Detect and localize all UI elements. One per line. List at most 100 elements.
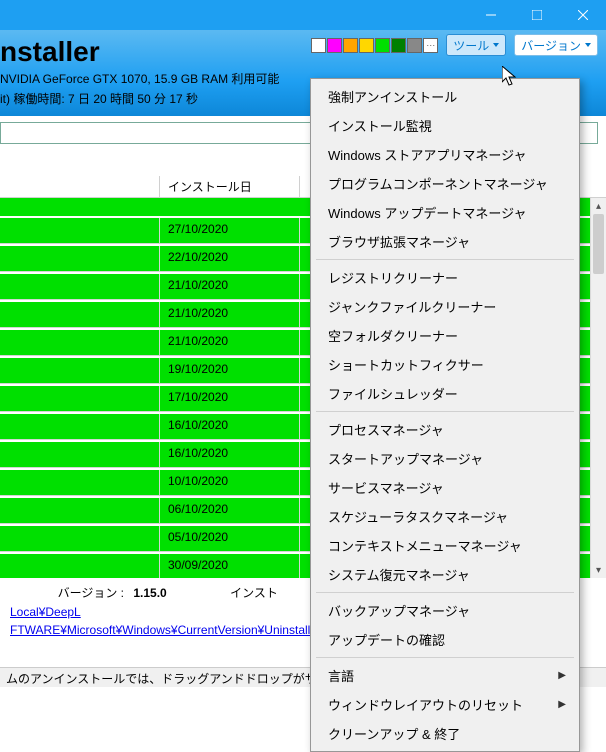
menu-item-label: プログラムコンポーネントマネージャ [328,174,548,193]
column-header-install-date[interactable]: インストール日 [160,176,300,197]
menu-item[interactable]: システム復元マネージャ [314,560,576,589]
menu-item-label: 空フォルダクリーナー [328,326,458,345]
menu-item-label: クリーンアップ & 終了 [328,724,460,743]
menu-item-label: ブラウザ拡張マネージャ [328,232,470,251]
cell-name [0,442,160,468]
menu-item[interactable]: Windows アップデートマネージャ [314,198,576,227]
menu-separator [316,657,574,658]
caret-down-icon [585,43,591,47]
cell-name [0,302,160,328]
maximize-button[interactable] [514,0,560,30]
menu-item[interactable]: ブラウザ拡張マネージャ [314,227,576,256]
menu-item[interactable]: 言語▶ [314,661,576,690]
detail-path-link-1[interactable]: Local¥DeepL [10,605,81,619]
menu-item-label: 強制アンインストール [328,87,457,106]
tools-dropdown-menu: 強制アンインストールインストール監視 Windows ストアアプリマネージャプログ… [310,78,580,752]
caret-down-icon [493,43,499,47]
menu-item[interactable]: インストール監視 [314,111,576,140]
scrollbar-thumb[interactable] [593,214,604,274]
color-swatches: ⋯ [311,38,438,53]
vertical-scrollbar[interactable]: ▴ ▾ [590,198,606,578]
color-swatch[interactable] [311,38,326,53]
menu-item[interactable]: ウィンドウレイアウトのリセット ▶ [314,690,576,719]
cell-install-date: 22/10/2020 [160,246,300,272]
color-swatch[interactable] [343,38,358,53]
cell-name [0,218,160,244]
detail-version-value: 1.15.0 [133,586,166,600]
cell-install-date: 21/10/2020 [160,274,300,300]
close-window-button[interactable] [560,0,606,30]
tools-button-label: ツール [453,37,489,54]
uptime-label: it) 稼働時間: [0,92,68,106]
menu-item-label: サービスマネージャ [328,478,444,497]
cell-install-date: 27/10/2020 [160,218,300,244]
menu-item[interactable]: ショートカットフィクサー [314,350,576,379]
cell-install-date: 21/10/2020 [160,302,300,328]
color-swatch[interactable] [391,38,406,53]
menu-item-label: コンテキストメニューマネージャ [328,536,522,555]
menu-item[interactable]: プログラムコンポーネントマネージャ [314,169,576,198]
menu-item-label: ファイルシュレッダー [328,384,458,403]
color-swatch[interactable] [407,38,422,53]
menu-item[interactable]: サービスマネージャ [314,473,576,502]
uptime-value: 7 日 20 時間 50 分 17 秒 [68,92,198,106]
menu-item-label: インストール監視 [328,116,432,135]
cell-name [0,386,160,412]
submenu-arrow-icon: ▶ [558,670,566,681]
scroll-up-arrow-icon[interactable]: ▴ [591,198,606,214]
cell-install-date: 06/10/2020 [160,498,300,524]
cell-install-date: 10/10/2020 [160,470,300,496]
menu-item[interactable]: アップデートの確認 [314,625,576,654]
tools-button[interactable]: ツール [446,34,506,56]
menu-item[interactable]: 強制アンインストール [314,82,576,111]
color-swatch[interactable] [375,38,390,53]
submenu-arrow-icon: ▶ [558,699,566,710]
cell-name [0,330,160,356]
menu-item-label: ショートカットフィクサー [328,355,484,374]
minimize-button[interactable] [468,0,514,30]
cell-install-date: 16/10/2020 [160,442,300,468]
menu-item[interactable]: ジャンクファイルクリーナー [314,292,576,321]
scroll-down-arrow-icon[interactable]: ▾ [591,562,606,578]
menu-item-label: スケジューラタスクマネージャ [328,507,508,526]
menu-item[interactable]: レジストリクリーナー [314,263,576,292]
cell-name [0,554,160,578]
cell-name [0,526,160,552]
menu-item[interactable]: コンテキストメニューマネージャ [314,531,576,560]
cell-name [0,358,160,384]
menu-item-label: ウィンドウレイアウトのリセット [328,695,523,714]
cell-install-date: 05/10/2020 [160,526,300,552]
menu-item[interactable]: プロセスマネージャ [314,415,576,444]
version-button[interactable]: バージョン [514,34,598,56]
column-header-name[interactable] [0,176,160,197]
menu-item-label: スタートアップマネージャ [328,449,483,468]
menu-item-label: レジストリクリーナー [328,268,458,287]
color-swatch[interactable] [359,38,374,53]
menu-item-label: Windows ストアアプリマネージャ [328,145,526,164]
menu-item[interactable]: クリーンアップ & 終了 [314,719,576,748]
detail-path-link-2[interactable]: FTWARE¥Microsoft¥Windows¥CurrentVersion¥… [10,623,352,637]
cell-name [0,246,160,272]
detail-install-label: インスト [230,586,278,600]
menu-item[interactable]: スタートアップマネージャ [314,444,576,473]
menu-item-label: ジャンクファイルクリーナー [328,297,496,316]
menu-item[interactable]: 空フォルダクリーナー [314,321,576,350]
cell-name [0,470,160,496]
menu-separator [316,411,574,412]
cell-install-date: 19/10/2020 [160,358,300,384]
version-button-label: バージョン [521,37,581,54]
more-colors-icon[interactable]: ⋯ [423,38,438,53]
cell-name [0,274,160,300]
cell-install-date: 17/10/2020 [160,386,300,412]
cell-install-date: 16/10/2020 [160,414,300,440]
menu-item[interactable]: バックアップマネージャ [314,596,576,625]
window-titlebar [0,0,606,30]
menu-item[interactable]: スケジューラタスクマネージャ [314,502,576,531]
menu-item-label: アップデートの確認 [328,630,445,649]
color-swatch[interactable] [327,38,342,53]
menu-item[interactable]: ファイルシュレッダー [314,379,576,408]
menu-item[interactable]: Windows ストアアプリマネージャ [314,140,576,169]
menu-item-label: プロセスマネージャ [328,420,444,439]
cell-name [0,498,160,524]
cell-install-date: 21/10/2020 [160,330,300,356]
